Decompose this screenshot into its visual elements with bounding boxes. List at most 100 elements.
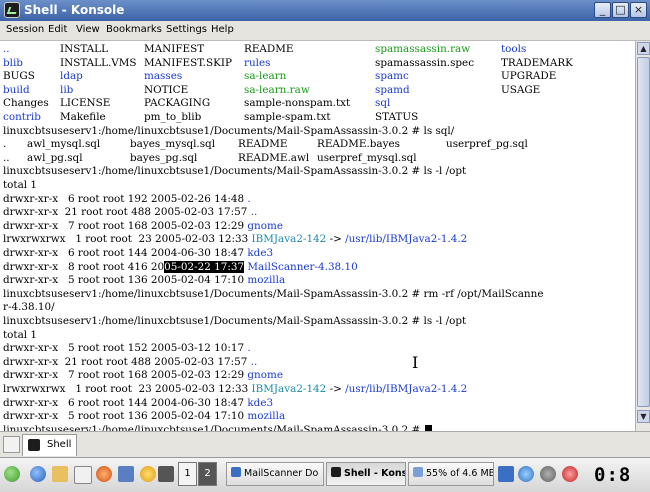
task-download-progress[interactable]: 55% of 4.6 MB [408,462,494,486]
terminal-text-segment: kde3 [247,247,274,259]
terminal-output[interactable]: .. INSTALL MANIFEST README spamassassin.raw t… [0,41,635,431]
terminal-text-segment: awl_mysql.sql [27,138,101,151]
terminal-line: r-4.38.10/ [3,301,55,314]
clock[interactable]: 0:8 [594,464,646,486]
suse-chameleon-icon[interactable] [4,466,20,482]
new-session-button[interactable] [3,436,20,453]
terminal-text-segment: /usr/lib/IBMJava2-1.4.2 [345,383,468,395]
terminal-text-segment: README.awl [238,151,310,164]
terminal-line: drwxr-xr-x 5 root root 152 2005-03-12 10… [3,342,251,355]
konsole-tab-icon [28,439,40,451]
terminal-text-segment: PACKAGING [144,97,211,110]
minimize-button[interactable]: _ [594,2,611,18]
terminal-text-segment: lrwxrwxrwx 1 root root 23 2005-02-03 12:… [3,383,252,395]
terminal-text-segment: INSTALL [60,43,108,55]
terminal-text-segment: .. [250,355,258,368]
terminal-text-segment: build [3,83,30,96]
browser-task-icon [231,467,241,477]
tab-shell[interactable]: Shell [22,434,77,456]
terminal-text-segment: total 1 [3,328,38,341]
terminal-line: linuxcbtsuseserv1:/home/linuxcbtsuse1/Do… [3,288,543,301]
terminal-text-segment: . [3,138,7,151]
home-folder-icon[interactable] [52,466,68,482]
menu-help[interactable]: Help [211,21,234,40]
terminal-text-segment: IBMJava2-142 [251,233,327,246]
menu-bookmarks[interactable]: Bookmarks [106,21,162,40]
scroll-up-arrow-icon[interactable]: ▲ [637,42,650,55]
lightning-icon[interactable] [140,466,156,482]
pager-desktop-1[interactable]: 1 [178,462,197,486]
task-label: MailScanner Do [244,468,319,479]
network-status-icon[interactable] [518,466,534,482]
text-cursor-ibeam-icon: I [412,353,419,372]
shield-icon[interactable] [562,466,578,482]
terminal-text-segment: userpref_mysql.sql [317,151,417,164]
network-icon[interactable] [96,466,112,482]
terminal-scrollbar[interactable]: ▲ ▼ [635,41,650,431]
monitor-icon[interactable] [118,466,134,482]
pager-desktop-2[interactable]: 2 [198,462,217,486]
terminal-line: drwxr-xr-x 6 root root 144 2004-06-30 18… [3,397,273,410]
terminal-text-segment: /usr/lib/IBMJava2-1.4.2 [345,233,468,246]
terminal-text-segment: userpref_pg.sql [446,138,528,151]
mail-icon[interactable] [74,466,92,484]
terminal-text-segment: drwxr-xr-x 6 root root 192 2005-02-26 14… [3,192,248,205]
terminal-text-segment: masses [144,70,183,83]
terminal-text-segment: mozilla [247,410,286,423]
terminal-text-segment: README [244,43,294,55]
scrollbar-thumb[interactable] [637,57,650,407]
konsole-app-icon[interactable] [4,2,20,18]
menu-settings[interactable]: Settings [166,21,207,40]
terminal-text-segment: sa-learn [244,70,287,83]
terminal-text-segment: .. [250,206,258,219]
terminal-text-segment: total 1 [3,179,38,191]
tab-label: Shell [47,439,72,450]
terminal-text-segment: tools [501,43,527,55]
terminal-text-segment: drwxr-xr-x 7 root root 168 2005-02-03 12… [3,219,248,232]
terminal-text-segment: sql [375,97,391,110]
speaker-icon[interactable] [158,466,174,482]
terminal-text-segment: awl_pg.sql [27,151,83,164]
terminal-text-segment: ldap [60,70,83,83]
terminal-text-segment: LICENSE [60,97,111,110]
terminal-line: drwxr-xr-x 8 root root 416 2005-02-22 17… [3,260,358,274]
terminal-text-segment: README [238,138,288,151]
terminal-text-segment: gnome [247,219,283,232]
download-task-icon [413,467,423,477]
terminal-text-segment: spamd [375,83,410,96]
close-button[interactable]: × [630,2,647,18]
terminal-text-segment: 05-02-22 17:37 [164,260,245,273]
terminal-text-segment: Makefile [60,111,106,123]
menu-edit[interactable]: Edit [48,21,67,40]
menu-view[interactable]: View [76,21,100,40]
task-mailscanner[interactable]: MailScanner Do [226,462,324,486]
terminal-line: drwxr-xr-x 21 root root 488 2005-02-03 1… [3,206,257,219]
terminal-text-segment: sa-learn.raw [244,83,310,96]
globe-icon[interactable] [30,466,46,482]
terminal-text-segment: USAGE [501,83,541,96]
terminal-line: drwxr-xr-x 6 root root 144 2004-06-30 18… [3,247,273,260]
title-bar[interactable]: Shell - Konsole _ □ × [0,0,650,22]
maximize-button[interactable]: □ [612,2,629,18]
terminal-line: linuxcbtsuseserv1:/home/linuxcbtsuse1/Do… [3,165,466,178]
konqueror-icon[interactable] [498,466,514,482]
terminal-text-segment: sample-spam.txt [244,111,331,123]
menu-bar: Session Edit View Bookmarks Settings Hel… [0,21,650,41]
task-shell-konsole[interactable]: Shell - Konsole [326,462,406,486]
terminal-text-segment: drwxr-xr-x 6 root root 144 2004-06-30 18… [3,247,248,259]
volume-icon[interactable] [540,466,556,482]
terminal-text-segment: INSTALL.VMS [60,56,137,69]
terminal-text-segment: linuxcbtsuseserv1:/home/linuxcbtsuse1/Do… [3,165,467,178]
scroll-down-arrow-icon[interactable]: ▼ [637,410,650,423]
terminal-text-segment: NOTICE [144,83,189,96]
terminal-text-segment: bayes_pg.sql [130,151,198,164]
terminal-text-segment: MANIFEST [144,43,205,55]
terminal-text-segment: linuxcbtsuseserv1:/home/linuxcbtsuse1/Do… [3,315,467,327]
terminal-text-segment: spamc [375,70,409,83]
terminal-text-segment: blib [3,56,23,69]
terminal-text-segment: gnome [247,369,283,382]
terminal-text-segment: mozilla [247,274,286,287]
terminal-text-segment: UPGRADE [501,70,557,83]
konsole-task-icon [331,467,341,477]
menu-session[interactable]: Session [6,21,44,40]
